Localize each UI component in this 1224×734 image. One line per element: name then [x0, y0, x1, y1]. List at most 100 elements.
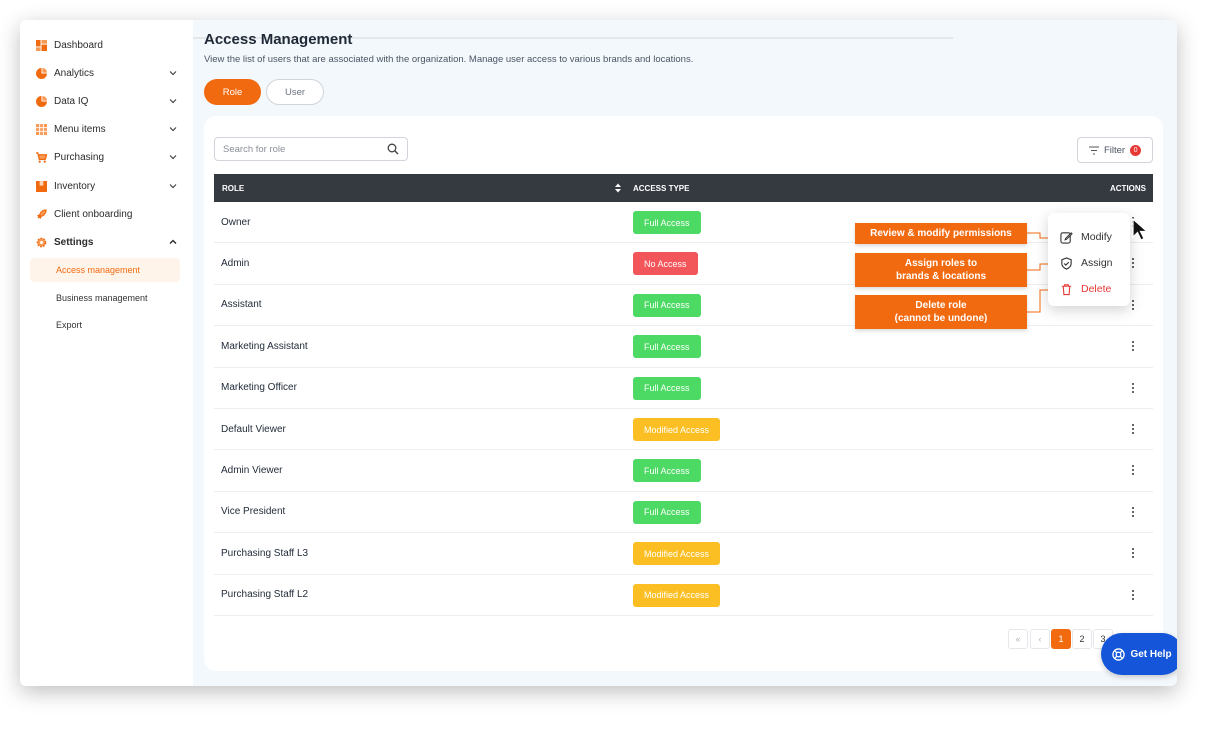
tab-user[interactable]: User: [266, 79, 324, 105]
callout-assign-line1: Assign roles to: [904, 258, 978, 269]
sidebar-item-purchasing[interactable]: Purchasing: [36, 147, 177, 167]
tab-role[interactable]: Role: [204, 79, 261, 105]
sidebar-item-dashboard[interactable]: Dashboard: [36, 35, 177, 55]
role-name: Vice President: [221, 506, 286, 518]
access-type-badge: Full Access: [633, 459, 701, 483]
pagination-prev-button[interactable]: ‹: [1030, 629, 1050, 649]
sidebar-subitem-export[interactable]: Export: [30, 313, 180, 337]
get-help-button[interactable]: Get Help: [1101, 633, 1177, 675]
cart-icon: [36, 151, 47, 163]
callout-assign-line2: brands & locations: [895, 271, 986, 282]
row-actions-kebab-icon[interactable]: [1130, 380, 1136, 396]
access-type-badge: Full Access: [633, 211, 701, 234]
sidebar-item-settings[interactable]: Settings: [36, 232, 177, 252]
sidebar-item-label: Inventory: [54, 180, 96, 192]
sidebar-item-label: Analytics: [54, 67, 95, 79]
mouse-cursor-icon: [1132, 218, 1149, 241]
dashboard-icon: [36, 39, 47, 51]
menu-item-label: Modify: [1081, 231, 1112, 243]
table-row[interactable]: Purchasing Staff L3 Modified Access: [214, 533, 1153, 575]
table-row[interactable]: Marketing Officer Full Access: [214, 368, 1153, 409]
shield-check-icon: [1061, 256, 1072, 270]
pagination-page-2[interactable]: 2: [1072, 629, 1092, 649]
sort-icon[interactable]: [614, 174, 622, 202]
chevron-down-icon: [169, 155, 177, 160]
role-name: Owner: [221, 216, 251, 228]
app-window: Dashboard Analytics Data IQ Menu items P…: [20, 20, 1177, 686]
filter-button[interactable]: Filter 0: [1077, 137, 1153, 163]
menu-item-delete[interactable]: Delete: [1060, 280, 1111, 298]
sidebar-item-label: Settings: [54, 236, 94, 248]
access-type-badge: Full Access: [633, 500, 701, 524]
sidebar-item-menu-items[interactable]: Menu items: [36, 119, 177, 139]
sidebar-item-analytics[interactable]: Analytics: [36, 63, 177, 83]
sidebar-subitem-business-management[interactable]: Business management: [30, 286, 180, 310]
search-input[interactable]: [223, 143, 387, 155]
filter-label: Filter: [1103, 144, 1126, 156]
column-header-access-type: ACCESS TYPE: [633, 183, 690, 193]
role-name: Marketing Officer: [221, 382, 297, 394]
row-actions-kebab-icon[interactable]: [1130, 297, 1136, 313]
row-actions-kebab-icon[interactable]: [1130, 338, 1136, 354]
menu-item-assign[interactable]: Assign: [1060, 254, 1113, 272]
role-name: Assistant: [221, 299, 262, 311]
column-header-role[interactable]: ROLE: [222, 174, 244, 202]
menu-item-modify[interactable]: Modify: [1060, 228, 1112, 246]
sidebar-subitem-access-management[interactable]: Access management: [30, 258, 180, 282]
search-icon[interactable]: [387, 143, 399, 155]
callout-modify: Review & modify permissions: [855, 223, 1027, 244]
table-row[interactable]: Vice President Full Access: [214, 492, 1153, 534]
chevron-down-icon: [169, 71, 177, 76]
sidebar-item-client-onboarding[interactable]: Client onboarding: [36, 204, 177, 224]
sidebar-item-label: Client onboarding: [54, 208, 133, 220]
table-row[interactable]: Default Viewer Modified Access: [214, 409, 1153, 451]
pagination-page-1[interactable]: 1: [1051, 629, 1071, 649]
sidebar-item-label: Data IQ: [54, 95, 89, 107]
row-actions-kebab-icon[interactable]: [1130, 255, 1136, 271]
table-row[interactable]: Marketing Assistant Full Access: [214, 326, 1153, 368]
pagination-first-button[interactable]: «: [1008, 629, 1028, 649]
row-actions-kebab-icon[interactable]: [1130, 587, 1136, 603]
edit-icon: [1060, 231, 1073, 244]
sidebar-item-label: Menu items: [54, 123, 106, 135]
lifebuoy-icon: [1112, 647, 1126, 661]
table-row[interactable]: Admin Viewer Full Access: [214, 450, 1153, 492]
callout-modify-text: Review & modify permissions: [870, 228, 1012, 239]
access-type-badge: Full Access: [633, 293, 701, 317]
search-box: [214, 137, 408, 161]
menu-item-label: Assign: [1081, 257, 1113, 269]
roles-card: Filter 0 ROLE ACCESS TYPE ACTIONS Owner F…: [204, 116, 1163, 671]
chevron-down-icon: [169, 184, 177, 189]
table-row[interactable]: Purchasing Staff L2 Modified Access: [214, 575, 1153, 616]
row-actions-kebab-icon[interactable]: [1130, 462, 1136, 478]
get-help-label: Get Help: [1130, 648, 1172, 660]
page-subtitle: View the list of users that are associat…: [204, 54, 694, 65]
sidebar-item-data-iq[interactable]: Data IQ: [36, 91, 177, 111]
access-type-badge: Modified Access: [633, 542, 721, 566]
role-name: Purchasing Staff L3: [221, 547, 309, 559]
row-actions-menu: Modify Assign Delete: [1048, 213, 1130, 306]
access-type-badge: Full Access: [633, 376, 701, 400]
grid-icon: [36, 123, 47, 135]
sidebar-item-label: Purchasing: [54, 151, 105, 163]
pie-chart-icon: [36, 67, 47, 79]
trash-icon: [1061, 283, 1072, 295]
callout-delete-line1: Delete role: [915, 300, 967, 311]
sidebar: Dashboard Analytics Data IQ Menu items P…: [20, 20, 193, 686]
access-type-badge: Modified Access: [633, 583, 721, 607]
role-name: Marketing Assistant: [221, 340, 308, 352]
sidebar-item-label: Dashboard: [54, 39, 103, 51]
access-type-badge: No Access: [633, 252, 698, 276]
sidebar-item-inventory[interactable]: Inventory: [36, 176, 177, 196]
menu-item-label: Delete: [1081, 283, 1112, 295]
chevron-down-icon: [169, 99, 177, 104]
filter-count-badge: 0: [1130, 144, 1142, 156]
row-actions-kebab-icon[interactable]: [1130, 421, 1136, 437]
role-name: Default Viewer: [221, 423, 286, 435]
role-name: Purchasing Staff L2: [221, 589, 309, 601]
filter-icon: [1088, 145, 1099, 155]
table-header: ROLE ACCESS TYPE ACTIONS: [214, 174, 1153, 202]
row-actions-kebab-icon[interactable]: [1130, 504, 1136, 520]
callout-delete-line2: (cannot be undone): [894, 313, 988, 324]
row-actions-kebab-icon[interactable]: [1130, 545, 1136, 561]
